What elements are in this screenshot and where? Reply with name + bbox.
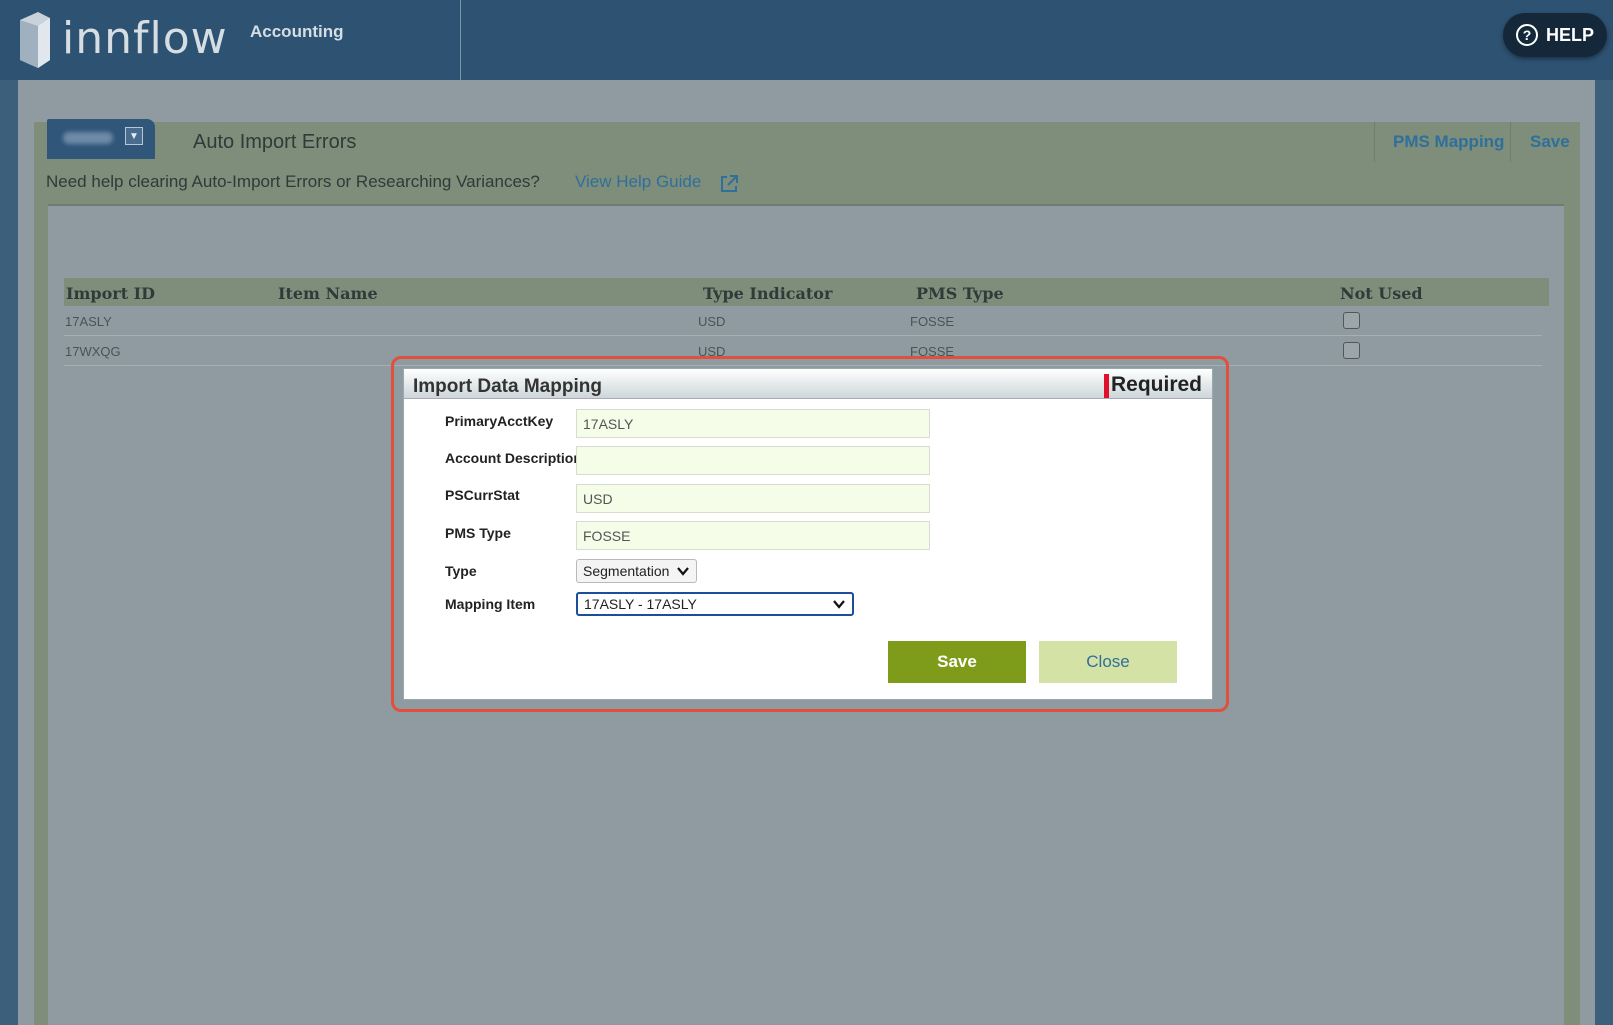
frame-left [0,80,18,1025]
pms-type-cell: FOSSE [910,314,955,329]
column-header-type-indicator[interactable]: Type Indicator [703,284,832,303]
not-used-checkbox[interactable] [1343,312,1360,329]
type-label: Type [445,563,477,579]
external-link-icon[interactable] [718,173,740,195]
page-title: Auto Import Errors [193,131,357,153]
toolbar-divider [1374,122,1375,162]
primary-acct-key-input[interactable] [576,409,930,438]
mapping-item-select[interactable]: 17ASLY - 17ASLY [576,592,854,616]
import-id-cell: 17WXQG [65,344,121,359]
account-description-input[interactable] [576,446,930,475]
account-description-label: Account Description [445,450,579,466]
dialog-close-button[interactable]: Close [1039,641,1177,683]
logo-text: innflow [62,13,228,64]
pms-type-input[interactable] [576,521,930,550]
import-data-mapping-dialog: Import Data Mapping Required PrimaryAcct… [404,369,1212,699]
logo-mark-icon [20,12,50,68]
table-row[interactable]: 17ASLY USD FOSSE [64,306,1542,336]
chevron-down-icon [833,600,845,609]
pms-mapping-link[interactable]: PMS Mapping [1393,132,1504,152]
help-button[interactable]: ? HELP [1503,13,1607,57]
ps-curr-stat-label: PSCurrStat [445,487,520,503]
toolbar-save-link[interactable]: Save [1530,132,1570,152]
column-header-item-name[interactable]: Item Name [278,284,378,303]
required-label: Required [1111,373,1203,396]
dialog-save-button[interactable]: Save [888,641,1026,683]
required-marker [1104,374,1109,398]
column-header-not-used[interactable]: Not Used [1340,284,1423,303]
import-id-cell: 17ASLY [65,314,112,329]
toolbar-divider [1510,122,1511,162]
pms-type-label: PMS Type [445,525,511,541]
dialog-header: Import Data Mapping Required [404,369,1212,399]
property-selector-value [63,132,113,144]
chevron-down-icon [677,567,689,576]
innflow-logo[interactable]: innflow [16,10,228,68]
dialog-title: Import Data Mapping [413,376,602,397]
frame-right [1595,80,1613,1025]
column-header-pms-type[interactable]: PMS Type [916,284,1004,303]
app-header: innflow Accounting ? HELP [0,0,1613,80]
help-banner-text: Need help clearing Auto-Import Errors or… [46,172,540,191]
mapping-item-label: Mapping Item [445,596,536,612]
caret-down-icon[interactable]: ▼ [125,127,143,145]
question-icon: ? [1515,24,1538,46]
type-select[interactable]: Segmentation [576,559,697,583]
help-button-label: HELP [1545,24,1594,45]
ps-curr-stat-input[interactable] [576,484,930,513]
module-label[interactable]: Accounting [250,22,344,42]
column-header-import-id[interactable]: Import ID [66,284,155,303]
mapping-item-select-value: 17ASLY - 17ASLY [584,596,697,612]
type-select-value: Segmentation [583,563,670,579]
primary-acct-key-label: PrimaryAcctKey [445,413,554,429]
not-used-checkbox[interactable] [1343,342,1360,359]
header-divider [460,0,461,80]
type-indicator-cell: USD [698,314,726,329]
property-selector[interactable]: ▼ [47,119,155,159]
view-help-guide-link[interactable]: View Help Guide [575,172,701,192]
